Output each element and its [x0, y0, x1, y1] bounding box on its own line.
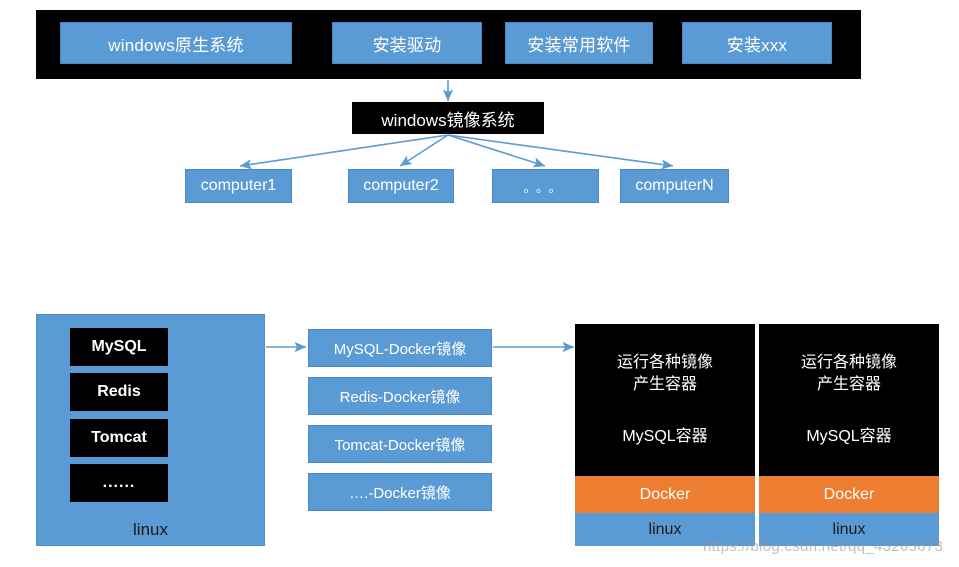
step-box-install-xxx: 安装xxx	[682, 22, 832, 64]
linux-host-os-label: linux	[133, 520, 168, 539]
container-stack-2-run-text: 运行各种镜像 产生容器	[801, 352, 897, 396]
computer-box-1: computer1	[185, 169, 292, 203]
arrow-mirror-to-computer1	[239, 134, 449, 170]
container-stack-2-run-line1: 运行各种镜像	[800, 354, 897, 371]
docker-image-box-tomcat: Tomcat-Docker镜像	[308, 425, 492, 463]
container-stack-2-runtime-area: 运行各种镜像 产生容器 MySQL容器	[759, 324, 939, 476]
computer-box-2: computer2	[348, 169, 454, 203]
container-stack-1-run-line1: 运行各种镜像	[616, 354, 713, 371]
arrow-mirror-to-computern	[447, 134, 674, 170]
docker-image-box-more: ….-Docker镜像	[308, 473, 492, 511]
service-box-tomcat: Tomcat	[70, 419, 168, 457]
container-stack-2: 运行各种镜像 产生容器 MySQL容器 Docker linux	[759, 324, 939, 546]
docker-image-box-redis: Redis-Docker镜像	[308, 377, 492, 415]
csdn-watermark: https://blog.csdn.net/qq_43265673	[703, 538, 944, 555]
service-box-redis: Redis	[70, 373, 168, 411]
docker-image-box-mysql: MySQL-Docker镜像	[308, 329, 492, 367]
container-stack-1-run-text: 运行各种镜像 产生容器	[617, 352, 713, 396]
step-box-install-drivers: 安装驱动	[332, 22, 482, 64]
container-stack-1-runtime-area: 运行各种镜像 产生容器 MySQL容器	[575, 324, 755, 476]
container-stack-1: 运行各种镜像 产生容器 MySQL容器 Docker linux	[575, 324, 755, 546]
container-stack-1-docker-layer: Docker	[575, 476, 755, 513]
computer-box-n: computerN	[620, 169, 729, 203]
computer-box-ellipsis: 。。。	[492, 169, 599, 203]
container-stack-1-container-label: MySQL容器	[622, 428, 708, 445]
container-stack-1-run-line2: 产生容器	[632, 376, 697, 393]
arrow-mirror-to-computer-ellipsis	[447, 134, 546, 168]
container-stack-2-run-line2: 产生容器	[816, 376, 881, 393]
step-box-install-common-software: 安装常用软件	[505, 22, 653, 64]
arrow-mirror-to-computer2	[399, 134, 449, 167]
container-stack-2-docker-layer: Docker	[759, 476, 939, 513]
service-box-more: ......	[70, 464, 168, 502]
step-box-windows-original-system: windows原生系统	[60, 22, 292, 64]
windows-mirror-system-box: windows镜像系统	[352, 102, 544, 134]
service-box-mysql: MySQL	[70, 328, 168, 366]
container-stack-2-container-label: MySQL容器	[806, 428, 892, 445]
diagram-canvas: windows原生系统 安装驱动 安装常用软件 安装xxx windows镜像系…	[0, 0, 959, 567]
